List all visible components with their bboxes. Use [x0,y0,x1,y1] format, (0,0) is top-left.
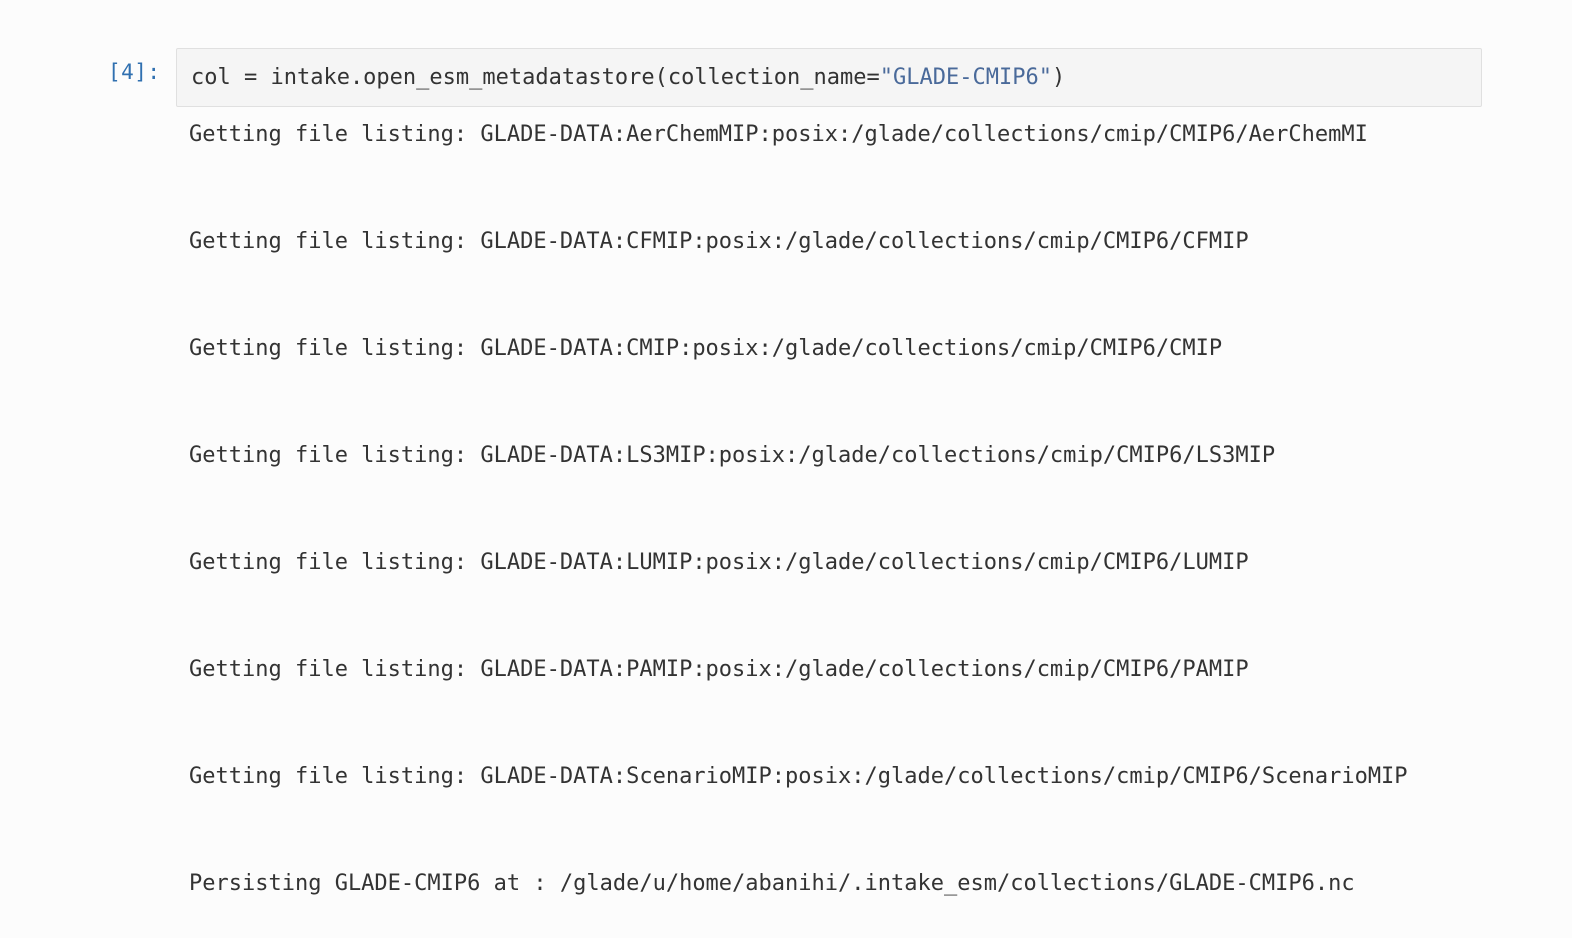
output-line: Getting file listing: GLADE-DATA:Scenari… [189,764,1408,789]
code-text-suffix: ) [1051,65,1066,90]
cell-output: Getting file listing: GLADE-DATA:AerChem… [189,113,1472,938]
output-line: Getting file listing: GLADE-DATA:LS3MIP:… [189,443,1276,468]
output-line: Getting file listing: GLADE-DATA:PAMIP:p… [189,657,1249,682]
output-line: Getting file listing: GLADE-DATA:CFMIP:p… [189,229,1249,254]
output-line: Getting file listing: GLADE-DATA:LUMIP:p… [189,550,1249,575]
code-text: col = intake.open_esm_metadatastore(coll… [191,65,880,90]
output-line: Getting file listing: GLADE-DATA:AerChem… [189,122,1368,147]
code-string-literal: "GLADE-CMIP6" [879,65,1052,90]
code-input[interactable]: col = intake.open_esm_metadatastore(coll… [176,48,1482,107]
notebook-cell: [4]: col = intake.open_esm_metadatastore… [0,0,1572,938]
output-line: Persisting GLADE-CMIP6 at : /glade/u/hom… [189,871,1355,896]
output-line: Getting file listing: GLADE-DATA:CMIP:po… [189,336,1223,361]
cell-prompt: [4]: [108,60,161,84]
